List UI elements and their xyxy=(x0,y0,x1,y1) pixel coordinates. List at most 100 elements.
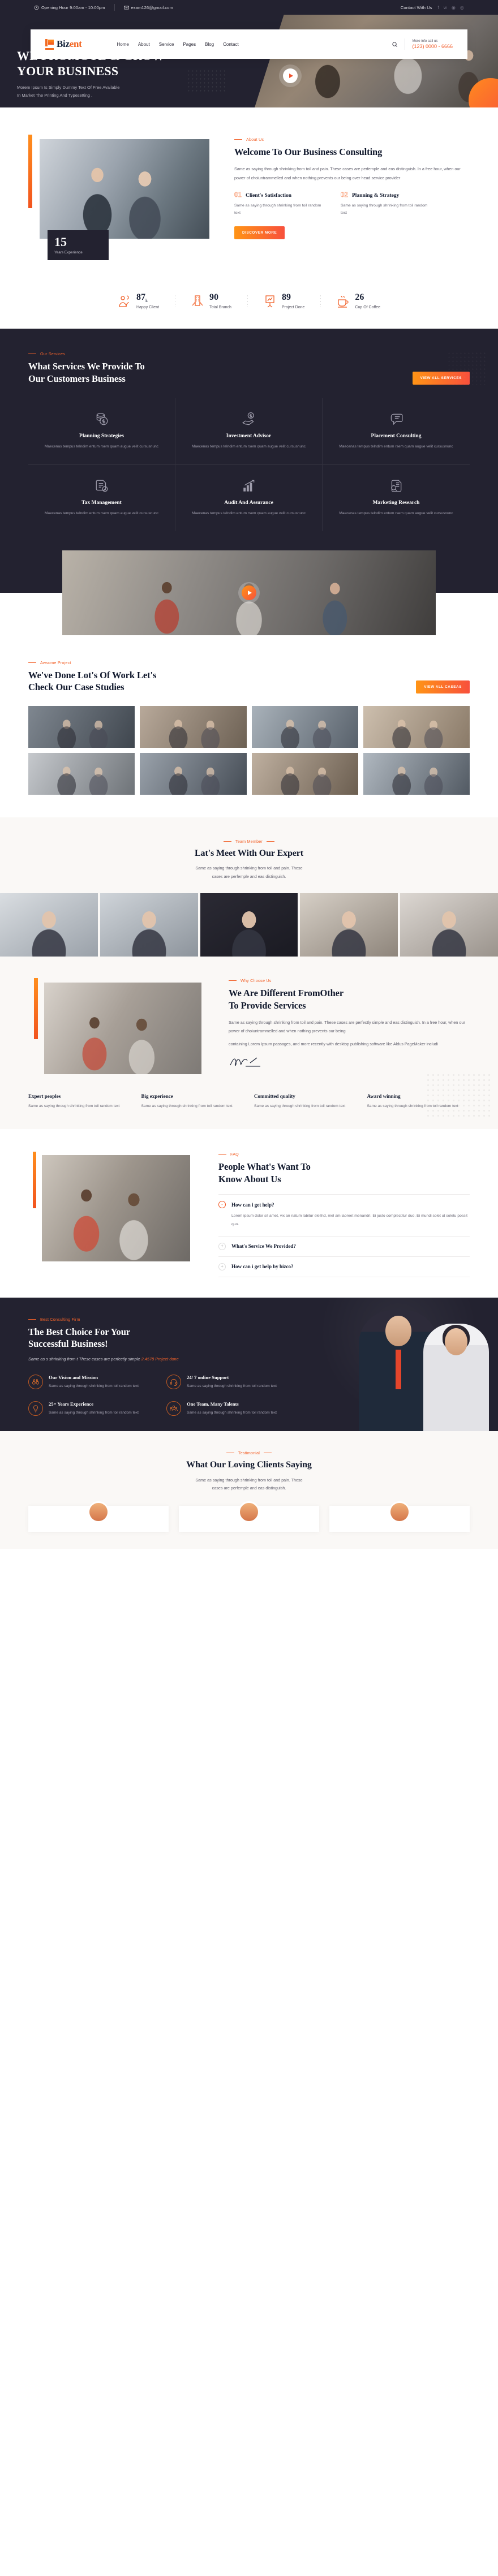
minus-icon[interactable]: - xyxy=(218,1201,226,1209)
about-image-group: 15 Years Experience xyxy=(28,135,215,266)
why-heading-line1: We Are Different FromOther xyxy=(229,988,344,999)
topbar-divider xyxy=(114,4,115,11)
logo-text: Bizent xyxy=(57,38,82,50)
service-card-audit-and-assurance[interactable]: Audit And Assurance Maecenas tempus teln… xyxy=(175,464,323,531)
discover-more-button[interactable]: DISCOVER MORE xyxy=(234,226,285,239)
play-icon xyxy=(289,74,293,78)
nav-item-blog[interactable]: Blog xyxy=(205,42,214,47)
why-heading-line2: To Provide Services xyxy=(229,1000,306,1011)
faq-question: What's Service We Provided? xyxy=(231,1243,296,1250)
hero-section: WE PROMOTE & GROW YOUR BUSINESS Morem Ip… xyxy=(0,15,498,107)
case-studies-section: Awsome Project We've Done Lot's Of Work … xyxy=(0,635,498,817)
about-feature-2-title: Planning & Strategy xyxy=(352,192,400,199)
why-eyebrow: Why Choose Us xyxy=(229,978,470,983)
case-tile[interactable] xyxy=(140,752,247,795)
hero-image xyxy=(255,15,498,107)
nav-item-home[interactable]: Home xyxy=(117,42,128,47)
logo-text-a: Biz xyxy=(57,38,70,49)
headset-icon xyxy=(166,1374,181,1389)
faq-item-1[interactable]: - How can i get help? Lorem ipsum dolor … xyxy=(218,1195,470,1237)
service-card-investment-advisor[interactable]: Investment Advisor Maecenas tempus telnd… xyxy=(175,398,323,465)
about-feature-1-desc: Same as saying through shrinking from to… xyxy=(234,203,321,216)
view-all-cases-button[interactable]: VIEW ALL CASEAS xyxy=(416,680,470,693)
testimonial-card[interactable] xyxy=(179,1501,319,1532)
team-member-card[interactable] xyxy=(100,893,198,957)
testimonial-card[interactable] xyxy=(28,1501,169,1532)
hero-description: Morem Ipsum Is Simply Dummy Text Of Free… xyxy=(17,84,238,100)
primary-nav: Home About Service Pages Blog Contact xyxy=(117,42,238,47)
testimonial-sub-line1: Same as saying through shrinking from to… xyxy=(195,1477,303,1483)
service-title: Placement Consulting xyxy=(371,433,422,440)
team-member-card[interactable] xyxy=(400,893,498,957)
why-feature-award-winning: Award winning Same as saying through shr… xyxy=(367,1093,470,1110)
why-feature-desc: Same as saying through shrinking from to… xyxy=(367,1104,458,1109)
nav-item-contact[interactable]: Contact xyxy=(223,42,239,47)
logo-text-b: ent xyxy=(69,38,82,49)
signature-icon xyxy=(229,1055,470,1067)
service-card-marketing-research[interactable]: Marketing Research Maecenas tempus telnd… xyxy=(323,465,470,531)
best-subtitle: Same as s shrinking from t These cases a… xyxy=(28,1355,294,1363)
opening-hours-text: Opening Hour 9:00am - 10:00pm xyxy=(41,5,105,10)
team-member-card[interactable] xyxy=(300,893,398,957)
about-eyebrow: About Us xyxy=(234,137,470,142)
case-tile[interactable] xyxy=(28,705,135,748)
opening-hours: Opening Hour 9:00am - 10:00pm xyxy=(34,5,105,10)
faq-item-2[interactable]: + What's Service We Provided? xyxy=(218,1237,470,1257)
best-heading: The Best Choice For Your Successful Busi… xyxy=(28,1326,294,1350)
case-tile[interactable] xyxy=(251,705,358,748)
call-info-number[interactable]: (123) 0000 - 6666 xyxy=(412,44,453,49)
team-member-card[interactable] xyxy=(0,893,98,957)
team-subtitle: Same as saying through shrinking from to… xyxy=(28,864,470,881)
presentation-chart-icon xyxy=(265,295,274,308)
testimonial-eyebrow: Testimonial xyxy=(28,1450,470,1455)
pinterest-icon[interactable]: ◎ xyxy=(460,5,464,10)
twitter-icon[interactable]: w xyxy=(444,5,447,10)
why-features-grid: Expert peoples Same as saying through sh… xyxy=(28,1093,470,1110)
search-icon[interactable] xyxy=(392,41,398,48)
about-feature-1-title: Client's Satisfaction xyxy=(246,192,292,199)
nav-item-about[interactable]: About xyxy=(138,42,150,47)
testimonial-card[interactable] xyxy=(329,1501,470,1532)
why-feature-title: Big experience xyxy=(141,1093,173,1100)
top-bar: Opening Hour 9:00am - 10:00pm exam126@gm… xyxy=(0,0,498,15)
site-logo[interactable]: Bizent xyxy=(45,38,82,50)
coins-dollar-icon xyxy=(96,413,108,425)
about-feature-2: 02 Planning & Strategy Same as saying th… xyxy=(341,189,431,217)
team-heading: Lat's Meet With Our Expert xyxy=(194,848,304,858)
magnifier-document-icon xyxy=(391,480,402,492)
nav-item-pages[interactable]: Pages xyxy=(183,42,196,47)
service-title: Marketing Research xyxy=(372,499,420,506)
service-card-planning-strategies[interactable]: Planning Strategies Maecenas tempus teln… xyxy=(28,398,175,465)
about-photo xyxy=(40,139,209,239)
service-card-tax-management[interactable]: Tax Management Maecenas tempus telndim e… xyxy=(28,464,175,531)
hero-play-button[interactable] xyxy=(283,68,298,83)
view-all-services-button[interactable]: VIEW ALL SERVICES xyxy=(412,372,470,385)
lightbulb-icon xyxy=(28,1401,43,1416)
bar-chart-icon xyxy=(243,480,254,492)
instagram-icon[interactable]: ◉ xyxy=(452,5,456,10)
case-tile[interactable] xyxy=(251,752,358,795)
case-tile[interactable] xyxy=(140,705,247,748)
facebook-icon[interactable]: f xyxy=(438,5,439,10)
cases-heading-line1: We've Done Lot's Of Work Let's xyxy=(28,669,157,680)
best-feature-years-experience: 25+ Years Experience Same as saying thro… xyxy=(28,1401,156,1416)
plus-icon[interactable]: + xyxy=(218,1242,226,1250)
cases-heading: We've Done Lot's Of Work Let's Check Our… xyxy=(28,669,156,693)
plus-icon[interactable]: + xyxy=(218,1263,226,1270)
hero-title-line2: YOUR BUSINESS xyxy=(17,63,119,78)
best-feature-title: One Team, Many Talents xyxy=(187,1401,239,1407)
faq-item-3[interactable]: + How can i get help by bizco? xyxy=(218,1257,470,1277)
why-image-group xyxy=(28,978,209,1080)
case-tile[interactable] xyxy=(363,752,470,795)
stat-happy-client: 87k Happy Client xyxy=(102,293,175,309)
service-card-placement-consulting[interactable]: Placement Consulting Maecenas tempus tel… xyxy=(323,398,470,465)
case-tile[interactable] xyxy=(363,705,470,748)
email-contact[interactable]: exam126@gmail.com xyxy=(123,5,173,10)
case-tile[interactable] xyxy=(28,752,135,795)
nav-item-service[interactable]: Service xyxy=(159,42,174,47)
team-member-card[interactable] xyxy=(200,893,298,957)
video-play-button[interactable] xyxy=(242,585,256,600)
contact-with-us-label: Contact With Us xyxy=(400,5,432,10)
service-title: Audit And Assurance xyxy=(224,499,273,506)
best-feature-title: 24/ 7 online Support xyxy=(187,1374,229,1380)
